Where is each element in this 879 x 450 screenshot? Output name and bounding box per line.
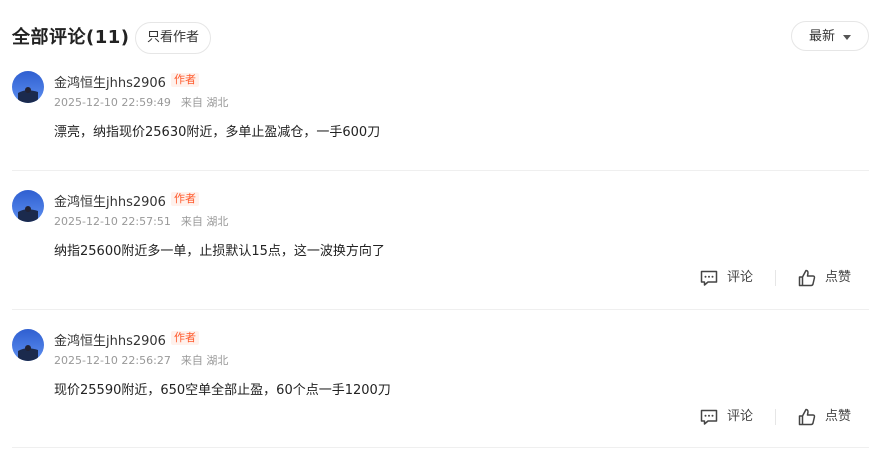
- comment-button[interactable]: 评论: [699, 406, 759, 428]
- like-button[interactable]: 点赞: [797, 267, 857, 289]
- comment-actions: 评论 点赞: [697, 267, 857, 289]
- comments-title: 全部评论(11): [12, 27, 130, 48]
- comment-time: 2025-12-10 22:57:51: [54, 215, 171, 228]
- action-separator: [775, 409, 776, 425]
- username[interactable]: 金鸿恒生jhhs2906: [54, 72, 166, 91]
- like-button-label: 点赞: [825, 270, 852, 285]
- comment-button[interactable]: 评论: [699, 267, 759, 289]
- chevron-down-icon: [843, 35, 851, 40]
- comment-text: 现价25590附近，650空单全部止盈，60个点一手1200刀: [54, 383, 391, 398]
- comment-item: 金鸿恒生jhhs2906 作者 2025-12-10 22:56:27 来自 湖北…: [0, 329, 879, 449]
- comment-location: 来自 湖北: [180, 96, 229, 109]
- only-author-button[interactable]: 只看作者: [135, 22, 212, 54]
- action-separator: [775, 270, 776, 286]
- comment-meta: 2025-12-10 22:56:27 来自 湖北: [54, 352, 228, 368]
- like-button[interactable]: 点赞: [797, 406, 857, 428]
- avatar[interactable]: [12, 190, 44, 222]
- comment-item: 金鸿恒生jhhs2906 作者 2025-12-10 22:59:49 来自 湖北…: [0, 71, 879, 171]
- comment-text: 漂亮，纳指现价25630附近，多单止盈减仓，一手600刀: [54, 125, 381, 140]
- comment-meta: 2025-12-10 22:57:51 来自 湖北: [54, 213, 228, 229]
- author-badge: 作者: [171, 73, 199, 87]
- like-button-label: 点赞: [825, 409, 852, 424]
- divider: [12, 170, 869, 171]
- author-badge: 作者: [171, 331, 199, 345]
- comment-button-label: 评论: [727, 270, 754, 285]
- comment-time: 2025-12-10 22:56:27: [54, 354, 171, 367]
- avatar[interactable]: [12, 329, 44, 361]
- thumbs-up-icon: [798, 408, 816, 426]
- comment-item: 金鸿恒生jhhs2906 作者 2025-12-10 22:57:51 来自 湖北…: [0, 190, 879, 310]
- username[interactable]: 金鸿恒生jhhs2906: [54, 330, 166, 349]
- comment-text: 纳指25600附近多一单，止损默认15点，这一波换方向了: [54, 244, 385, 259]
- comments-header: 全部评论(11) 只看作者 最新: [0, 0, 879, 72]
- comment-actions: 评论 点赞: [697, 406, 857, 428]
- comment-button-label: 评论: [727, 409, 754, 424]
- sort-label: 最新: [809, 29, 836, 44]
- sort-dropdown[interactable]: 最新: [791, 21, 869, 51]
- comment-meta: 2025-12-10 22:59:49 来自 湖北: [54, 94, 228, 110]
- author-badge: 作者: [171, 192, 199, 206]
- comment-icon: [700, 409, 718, 425]
- username[interactable]: 金鸿恒生jhhs2906: [54, 191, 166, 210]
- comment-icon: [700, 270, 718, 286]
- divider: [12, 447, 869, 448]
- comment-location: 来自 湖北: [180, 215, 229, 228]
- avatar[interactable]: [12, 71, 44, 103]
- comment-location: 来自 湖北: [180, 354, 229, 367]
- thumbs-up-icon: [798, 269, 816, 287]
- divider: [12, 309, 869, 310]
- comment-time: 2025-12-10 22:59:49: [54, 96, 171, 109]
